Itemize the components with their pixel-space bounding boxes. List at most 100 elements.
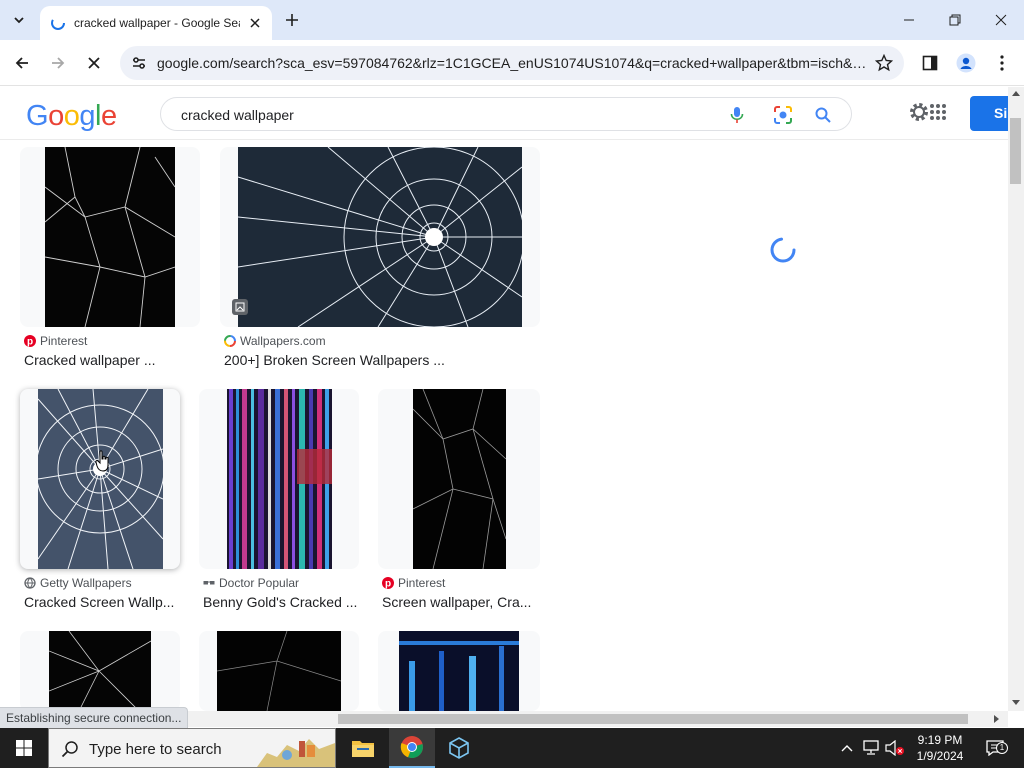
thumbnail-frame bbox=[20, 147, 200, 327]
result-title[interactable]: Benny Gold's Cracked ... bbox=[203, 594, 357, 610]
stop-loading-button[interactable] bbox=[80, 49, 108, 77]
status-bar: Establishing secure connection... bbox=[0, 707, 189, 729]
source-name: Pinterest bbox=[40, 334, 88, 348]
search-input[interactable]: cracked wallpaper bbox=[160, 97, 852, 131]
thumbnail-frame bbox=[378, 631, 540, 711]
result-title[interactable]: Screen wallpaper, Cra... bbox=[382, 594, 531, 610]
browser-tab[interactable]: cracked wallpaper - Google Search bbox=[40, 6, 272, 40]
scroll-right-arrow-icon[interactable] bbox=[994, 715, 1000, 723]
close-icon bbox=[250, 18, 260, 28]
logo-letter: G bbox=[26, 100, 49, 132]
result-thumbnail bbox=[238, 147, 522, 327]
horizontal-scroll-thumb[interactable] bbox=[338, 714, 968, 724]
hand-cursor-icon bbox=[95, 450, 109, 472]
side-panel-button[interactable] bbox=[916, 49, 944, 77]
voice-search-button[interactable] bbox=[727, 105, 747, 125]
tab-title: cracked wallpaper - Google Search bbox=[74, 16, 240, 30]
result-thumbnail bbox=[49, 631, 151, 711]
minimize-button[interactable] bbox=[886, 0, 932, 40]
cube-icon bbox=[449, 737, 469, 759]
taskbar-search-box[interactable]: Type here to search bbox=[48, 728, 336, 768]
result-title[interactable]: Cracked Screen Wallp... bbox=[24, 594, 174, 610]
back-button[interactable] bbox=[8, 49, 36, 77]
taskbar-clock[interactable]: 9:19 PM 1/9/2024 bbox=[906, 732, 974, 764]
image-result-card[interactable] bbox=[378, 631, 540, 711]
loading-spinner-icon bbox=[770, 237, 796, 263]
plus-icon bbox=[286, 14, 298, 26]
source-name: Pinterest bbox=[398, 576, 446, 590]
result-source[interactable]: Getty Wallpapers bbox=[24, 576, 132, 590]
google-logo[interactable]: Google bbox=[26, 100, 117, 133]
network-tray-button[interactable] bbox=[860, 728, 882, 768]
scroll-down-arrow-icon[interactable] bbox=[1012, 700, 1020, 706]
volume-muted-icon bbox=[885, 740, 904, 756]
address-bar[interactable]: google.com/search?sca_esv=597084762&rlz=… bbox=[120, 46, 904, 80]
chrome-icon bbox=[400, 736, 423, 759]
image-result-card[interactable]: p Pinterest Cracked wallpaper ... bbox=[20, 147, 200, 377]
result-title[interactable]: Cracked wallpaper ... bbox=[24, 352, 156, 368]
bookmark-button[interactable] bbox=[874, 53, 894, 73]
network-icon bbox=[863, 740, 879, 755]
thumbnail-frame bbox=[220, 147, 540, 327]
new-tab-button[interactable] bbox=[280, 8, 304, 32]
chevron-down-icon bbox=[14, 17, 24, 24]
image-result-card[interactable] bbox=[20, 631, 180, 711]
windows-logo-icon bbox=[16, 740, 32, 756]
minimize-icon bbox=[904, 19, 914, 21]
start-button[interactable] bbox=[0, 728, 48, 768]
taskbar-file-explorer[interactable] bbox=[340, 728, 386, 768]
search-button[interactable] bbox=[813, 105, 833, 125]
vertical-scroll-thumb[interactable] bbox=[1010, 118, 1021, 184]
thumbnail-frame bbox=[20, 631, 180, 711]
scroll-up-arrow-icon[interactable] bbox=[1012, 90, 1020, 96]
restore-button[interactable] bbox=[932, 0, 978, 40]
browser-menu-button[interactable] bbox=[988, 49, 1016, 77]
taskbar-search-placeholder: Type here to search bbox=[89, 741, 222, 758]
result-source[interactable]: p Pinterest bbox=[382, 576, 445, 590]
result-thumbnail bbox=[412, 389, 506, 569]
lens-search-button[interactable] bbox=[773, 105, 793, 125]
google-header: Google cracked wallpaper Si bbox=[0, 87, 1024, 140]
image-badge-icon bbox=[232, 299, 248, 315]
tab-strip: cracked wallpaper - Google Search bbox=[0, 0, 1024, 40]
image-result-card[interactable]: Doctor Popular Benny Gold's Cracked ... bbox=[199, 389, 359, 619]
arrow-left-icon bbox=[15, 57, 28, 69]
image-results-grid: p Pinterest Cracked wallpaper ... Wallpa… bbox=[0, 141, 1008, 711]
notification-center-button[interactable]: 1 bbox=[980, 728, 1010, 768]
forward-button[interactable] bbox=[44, 49, 72, 77]
image-result-card[interactable] bbox=[199, 631, 359, 711]
volume-tray-button[interactable] bbox=[884, 728, 906, 768]
logo-letter: o bbox=[48, 100, 64, 132]
pinterest-icon: p bbox=[24, 335, 36, 347]
microphone-icon bbox=[730, 107, 744, 123]
profile-button[interactable] bbox=[952, 49, 980, 77]
result-thumbnail bbox=[399, 631, 519, 711]
logo-letter: o bbox=[63, 100, 80, 132]
search-query: cracked wallpaper bbox=[181, 107, 294, 123]
result-source[interactable]: p Pinterest bbox=[24, 334, 87, 348]
image-result-card[interactable]: Wallpapers.com 200+] Broken Screen Wallp… bbox=[220, 147, 540, 377]
image-result-card[interactable]: p Pinterest Screen wallpaper, Cra... bbox=[378, 389, 540, 619]
show-hidden-icons-button[interactable] bbox=[838, 728, 856, 768]
chevron-up-icon bbox=[841, 745, 853, 752]
source-name: Doctor Popular bbox=[219, 576, 300, 590]
site-info-button[interactable] bbox=[128, 52, 150, 74]
windows-taskbar: Type here to search 9:19 PM 1/9/2024 1 bbox=[0, 728, 1024, 768]
clock-time: 9:19 PM bbox=[917, 733, 963, 747]
close-window-button[interactable] bbox=[978, 0, 1024, 40]
result-source[interactable]: Doctor Popular bbox=[203, 576, 299, 590]
thumbnail-frame bbox=[20, 389, 180, 569]
result-title[interactable]: 200+] Broken Screen Wallpapers ... bbox=[224, 352, 445, 368]
svg-text:p: p bbox=[385, 579, 391, 590]
tab-search-button[interactable] bbox=[6, 8, 32, 32]
logo-letter: e bbox=[100, 100, 117, 132]
close-tab-button[interactable] bbox=[246, 14, 264, 32]
source-name: Getty Wallpapers bbox=[40, 576, 132, 590]
result-source[interactable]: Wallpapers.com bbox=[224, 334, 326, 348]
result-thumbnail bbox=[37, 389, 163, 569]
taskbar-3d-app[interactable] bbox=[436, 728, 482, 768]
image-result-card[interactable]: Getty Wallpapers Cracked Screen Wallp... bbox=[20, 389, 180, 619]
google-apps-button[interactable] bbox=[926, 100, 950, 124]
taskbar-chrome[interactable] bbox=[389, 728, 435, 768]
side-panel-icon bbox=[922, 55, 938, 71]
